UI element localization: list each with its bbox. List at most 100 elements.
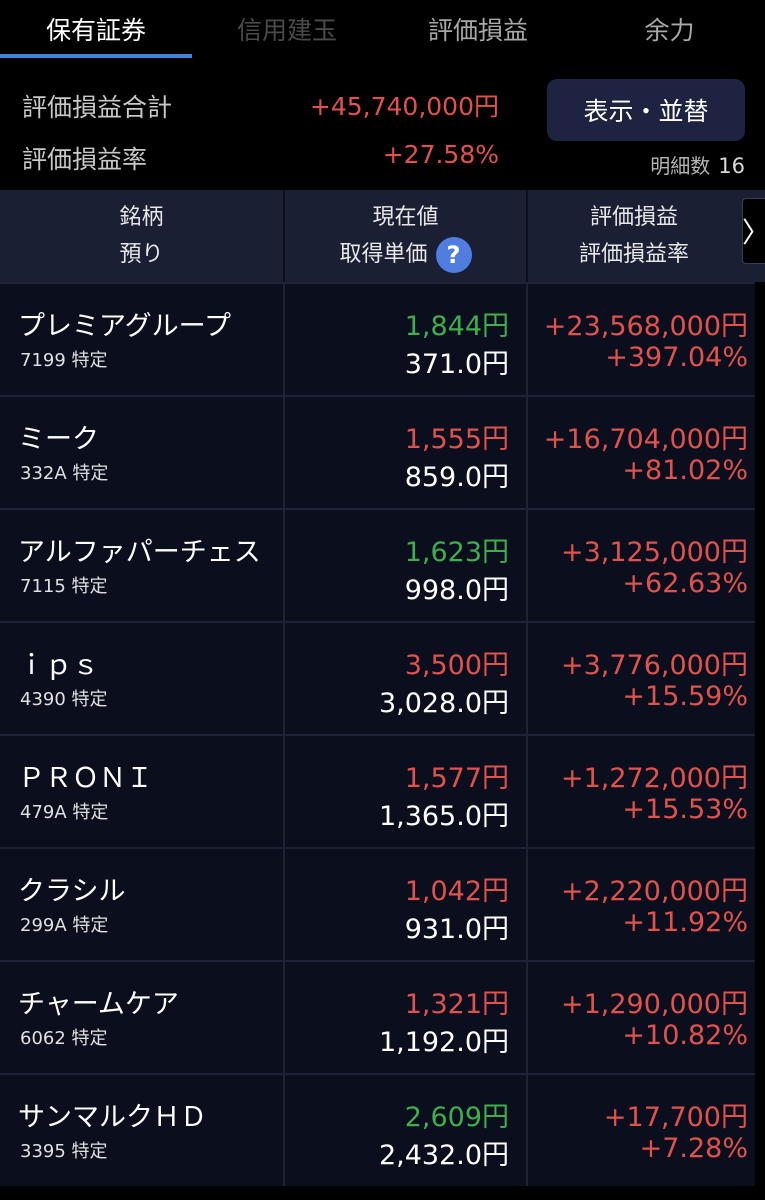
item-count-label: 明細数 [650, 154, 711, 178]
cell-divider [283, 849, 285, 960]
current-price: 1,042円 [404, 876, 509, 907]
table-header: 銘柄 預り 現在値 取得単価? 評価損益 評価損益率 〉 [0, 190, 765, 282]
acquisition-price: 2,432.0円 [378, 1140, 509, 1171]
stock-name: クラシル [18, 876, 126, 907]
total-pl-label: 評価損益合計 [22, 93, 173, 122]
tab-margin-positions[interactable]: 信用建玉 [192, 0, 382, 58]
profit-loss: +3,776,000円 [560, 650, 748, 681]
acquisition-price: 1,365.0円 [378, 801, 509, 832]
acquisition-price: 859.0円 [404, 462, 509, 493]
display-sort-button[interactable]: 表示・並替 [547, 79, 745, 141]
holding-row[interactable]: アルファパーチェス 7115 特定 1,623円 998.0円 +3,125,000円 +… [0, 508, 765, 621]
cell-divider [283, 284, 285, 395]
cell-divider [283, 397, 285, 508]
stock-name: アルファパーチェス [18, 537, 261, 568]
total-pl-value: +45,740,000円 [309, 92, 499, 121]
acquisition-price: 371.0円 [404, 349, 509, 380]
acquisition-price: 1,192.0円 [378, 1027, 509, 1058]
header-name-label: 銘柄 [119, 205, 164, 230]
header-col-pl[interactable]: 評価損益 評価損益率 [528, 190, 740, 282]
cell-divider [526, 1075, 528, 1186]
header-cost-label: 取得単価 [339, 242, 428, 267]
acquisition-price: 931.0円 [404, 914, 509, 945]
profit-loss: +1,272,000円 [560, 763, 748, 794]
stock-code-account: 7115 特定 [20, 576, 108, 597]
holdings-list: プレミアグループ 7199 特定 1,844円 371.0円 +23,568,000円 +… [0, 282, 765, 1186]
header-price-label: 現在値 [372, 205, 439, 230]
stock-code-account: 4390 特定 [20, 689, 108, 710]
cell-divider [283, 962, 285, 1073]
header-pl-rate-label: 評価損益率 [578, 242, 689, 267]
current-price: 1,321円 [404, 989, 509, 1020]
cell-divider [283, 623, 285, 734]
profit-loss-rate: +81.02% [622, 455, 748, 486]
holding-row[interactable]: チャームケア 6062 特定 1,321円 1,192.0円 +1,290,000円 +1… [0, 960, 765, 1073]
header-custody-label: 預り [119, 242, 164, 267]
profit-loss: +2,220,000円 [560, 876, 748, 907]
scroll-edge [755, 282, 765, 1200]
header-cost-row: 取得単価? [339, 236, 472, 273]
profit-loss-rate: +10.82% [622, 1020, 748, 1051]
stock-code-account: 332A 特定 [20, 463, 109, 484]
holding-row[interactable]: プレミアグループ 7199 特定 1,844円 371.0円 +23,568,000円 +… [0, 282, 765, 395]
stock-name: ＰＲＯＮＩ [18, 763, 153, 794]
current-price: 1,555円 [404, 424, 509, 455]
stock-code-account: 299A 特定 [20, 915, 109, 936]
cell-divider [526, 849, 528, 960]
profit-loss-rate: +397.04% [605, 342, 748, 373]
current-price: 1,844円 [404, 311, 509, 342]
current-price: 2,609円 [404, 1102, 509, 1133]
profit-loss-rate: +15.53% [622, 794, 748, 825]
stock-name: プレミアグループ [18, 311, 232, 342]
profit-loss: +17,700円 [603, 1102, 748, 1133]
help-icon[interactable]: ? [435, 237, 472, 273]
header-pl-label: 評価損益 [589, 205, 678, 230]
cell-divider [526, 284, 528, 395]
header-col-name[interactable]: 銘柄 預り [0, 190, 283, 282]
tab-bar: 保有証券 信用建玉 評価損益 余力 [0, 0, 765, 58]
stock-name: ミーク [18, 424, 99, 455]
cell-divider [526, 736, 528, 847]
cell-divider [526, 623, 528, 734]
stock-code-account: 7199 特定 [20, 350, 108, 371]
acquisition-price: 3,028.0円 [378, 688, 509, 719]
cell-divider [526, 397, 528, 508]
current-price: 3,500円 [404, 650, 509, 681]
stock-code-account: 6062 特定 [20, 1028, 108, 1049]
cell-divider [526, 962, 528, 1073]
profit-loss: +1,290,000円 [560, 989, 748, 1020]
holdings-screen: 保有証券 信用建玉 評価損益 余力 評価損益合計 +45,740,000円 評価… [0, 0, 765, 1200]
current-price: 1,623円 [404, 537, 509, 568]
holding-row[interactable]: ミーク 332A 特定 1,555円 859.0円 +16,704,000円 +81.02… [0, 395, 765, 508]
profit-loss-rate: +11.92% [622, 907, 748, 938]
cell-divider [526, 510, 528, 621]
holding-row[interactable]: クラシル 299A 特定 1,042円 931.0円 +2,220,000円 +11.92… [0, 847, 765, 960]
holding-row[interactable]: サンマルクＨＤ 3395 特定 2,609円 2,432.0円 +17,700円 +7.2… [0, 1073, 765, 1186]
profit-loss-rate: +62.63% [622, 568, 748, 599]
tab-profit-loss[interactable]: 評価損益 [382, 0, 574, 58]
acquisition-price: 998.0円 [404, 575, 509, 606]
pl-rate-label: 評価損益率 [22, 145, 148, 174]
profit-loss: +3,125,000円 [560, 537, 748, 568]
profit-loss-rate: +7.28% [639, 1133, 748, 1164]
summary-panel: 評価損益合計 +45,740,000円 評価損益率 +27.58% 表示・並替 … [0, 58, 765, 190]
profit-loss: +16,704,000円 [543, 424, 748, 455]
header-col-price[interactable]: 現在値 取得単価? [285, 190, 526, 282]
stock-name: サンマルクＨＤ [18, 1102, 207, 1133]
tab-buying-power[interactable]: 余力 [574, 0, 765, 58]
holding-row[interactable]: ｉｐｓ 4390 特定 3,500円 3,028.0円 +3,776,000円 +15.5… [0, 621, 765, 734]
item-count: 明細数 16 [650, 150, 745, 179]
stock-name: ｉｐｓ [18, 650, 99, 681]
stock-name: チャームケア [18, 989, 179, 1020]
cell-divider [283, 510, 285, 621]
stock-code-account: 479A 特定 [20, 802, 109, 823]
current-price: 1,577円 [404, 763, 509, 794]
pl-rate-value: +27.58% [382, 140, 499, 169]
holding-row[interactable]: ＰＲＯＮＩ 479A 特定 1,577円 1,365.0円 +1,272,000円 +15… [0, 734, 765, 847]
next-columns-chevron-icon[interactable]: 〉 [742, 198, 765, 264]
cell-divider [283, 1075, 285, 1186]
profit-loss: +23,568,000円 [543, 311, 748, 342]
tab-holdings[interactable]: 保有証券 [0, 0, 192, 58]
stock-code-account: 3395 特定 [20, 1141, 108, 1162]
cell-divider [283, 736, 285, 847]
